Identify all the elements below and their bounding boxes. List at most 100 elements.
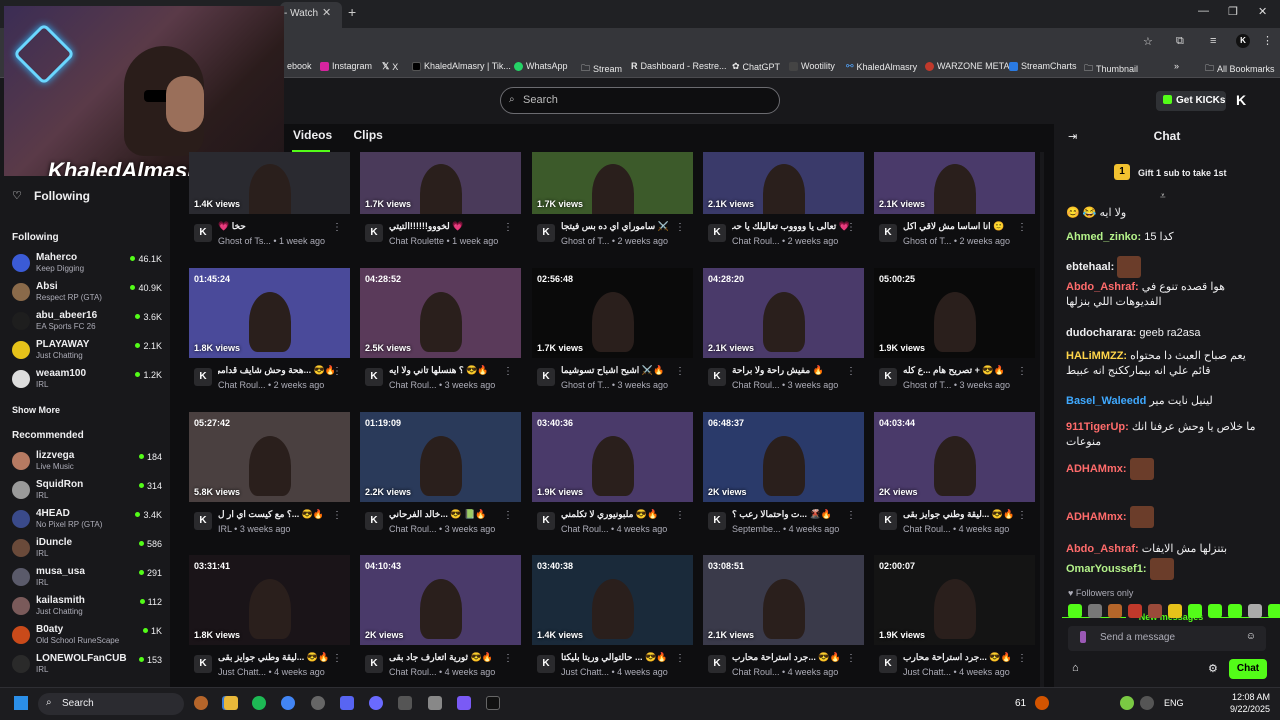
- more-options-icon[interactable]: ⋮: [846, 510, 856, 521]
- tab-videos[interactable]: Videos: [293, 128, 332, 142]
- emote-icon[interactable]: [1168, 604, 1182, 618]
- channel-avatar[interactable]: K: [194, 224, 212, 242]
- sidebar-channel[interactable]: weaam100 IRL 1.2K: [12, 368, 162, 394]
- channel-avatar[interactable]: K: [879, 224, 897, 242]
- video-thumbnail[interactable]: 2.1K views: [703, 152, 864, 214]
- microphone-tray-icon[interactable]: [1120, 696, 1134, 710]
- kick-logo-icon[interactable]: K: [1236, 92, 1246, 108]
- bookmark[interactable]: StreamCharts: [1009, 61, 1077, 71]
- video-card[interactable]: 02:56:48 1.7K views K 🔥⚔️ اشبح اشباح تسو…: [532, 268, 693, 403]
- minimize-icon[interactable]: —: [1198, 5, 1209, 17]
- video-title[interactable]: 🔥 مفيش راحة ولا براحة: [732, 365, 850, 376]
- video-title[interactable]: 🔥😎 ...جرد استراحة محارب: [903, 652, 1021, 663]
- channel-avatar[interactable]: K: [194, 368, 212, 386]
- send-chat-button[interactable]: Chat: [1229, 659, 1267, 679]
- volume-icon[interactable]: [1140, 696, 1154, 710]
- channel-avatar[interactable]: K: [537, 655, 555, 673]
- chat-username[interactable]: Abdo_Ashraf:: [1066, 281, 1139, 293]
- sidebar-channel[interactable]: kailasmith Just Chatting 112: [12, 595, 162, 621]
- more-options-icon[interactable]: ⋮: [1017, 222, 1027, 233]
- video-thumbnail[interactable]: 1.7K views: [532, 152, 693, 214]
- channel-avatar[interactable]: K: [365, 655, 383, 673]
- video-title[interactable]: 🔥😎 ... حالتوالي وريتا بليكتا: [561, 652, 679, 663]
- video-card[interactable]: 05:27:42 5.8K views K 🔥😎 ...؟ مع كيست اي…: [189, 412, 350, 547]
- video-title[interactable]: ⚔️ ساموراي اي ده بس فيتجا: [561, 221, 679, 232]
- sidebar-channel[interactable]: Absi Respect RP (GTA) 40.9K: [12, 281, 162, 307]
- video-title[interactable]: 💗 لخووو!!!!!!التيتي: [389, 221, 507, 232]
- video-card[interactable]: 2.1K views K 🙂 انا اساسا مش لاقي اكل Gho…: [874, 152, 1035, 259]
- chat-username[interactable]: dudocharara:: [1066, 327, 1136, 339]
- video-thumbnail[interactable]: 03:31:41 1.8K views: [189, 555, 350, 645]
- obs-icon[interactable]: [311, 696, 325, 710]
- terminal-icon[interactable]: [486, 696, 500, 710]
- more-options-icon[interactable]: ⋮: [1017, 653, 1027, 664]
- video-title[interactable]: حخا 💗: [218, 221, 336, 232]
- emote-icon[interactable]: [1208, 604, 1222, 618]
- channel-avatar[interactable]: K: [708, 368, 726, 386]
- tray-app-icon[interactable]: [1035, 696, 1049, 710]
- sidebar-channel[interactable]: Maherco Keep Digging 46.1K: [12, 252, 162, 278]
- video-title[interactable]: 🔥😎 ...ليقة وطني جوايز بقى: [903, 509, 1021, 520]
- chat-username[interactable]: ADHAMmx:: [1066, 511, 1127, 523]
- more-bookmarks-icon[interactable]: »: [1174, 61, 1179, 71]
- video-thumbnail[interactable]: 1.7K views: [360, 152, 521, 214]
- sidebar-channel[interactable]: iDuncle IRL 586: [12, 537, 162, 563]
- video-card[interactable]: 04:03:44 2K views K 🔥😎 ...ليقة وطني جواي…: [874, 412, 1035, 547]
- more-options-icon[interactable]: ⋮: [332, 366, 342, 377]
- spotify-icon[interactable]: [252, 696, 266, 710]
- emote-icon[interactable]: [1068, 604, 1082, 618]
- video-title[interactable]: 🔥⚔️ اشبح اشباح تسوشيما: [561, 365, 679, 376]
- video-card[interactable]: 06:48:37 2K views K 🔥🌋 ...ت واحتمالا رعب…: [703, 412, 864, 547]
- chat-username[interactable]: OmarYoussef1:: [1066, 563, 1147, 575]
- clock-date[interactable]: 9/22/2025: [1230, 704, 1270, 714]
- tab-clips[interactable]: Clips: [353, 128, 382, 142]
- more-options-icon[interactable]: ⋮: [846, 366, 856, 377]
- more-options-icon[interactable]: ⋮: [675, 510, 685, 521]
- more-options-icon[interactable]: ⋮: [1017, 510, 1027, 521]
- discord-icon[interactable]: [340, 696, 354, 710]
- sidebar-channel[interactable]: PLAYAWAY Just Chatting 2.1K: [12, 339, 162, 365]
- more-options-icon[interactable]: ⋮: [503, 510, 513, 521]
- channel-avatar[interactable]: K: [708, 224, 726, 242]
- more-options-icon[interactable]: ⋮: [846, 653, 856, 664]
- video-thumbnail[interactable]: 2.1K views: [874, 152, 1035, 214]
- bookmark[interactable]: WhatsApp: [514, 61, 568, 71]
- channel-avatar[interactable]: K: [879, 368, 897, 386]
- more-options-icon[interactable]: ⋮: [675, 366, 685, 377]
- profile-avatar[interactable]: K: [1236, 34, 1250, 48]
- video-title[interactable]: 💗 تعالى يا ووووب تعاليلك يا حب: [732, 221, 850, 232]
- bookmark[interactable]: ebook: [287, 61, 312, 71]
- channel-avatar[interactable]: K: [194, 512, 212, 530]
- video-card[interactable]: 01:45:24 1.8K views K 🔥😎 ...هحة وحش شايف…: [189, 268, 350, 403]
- more-options-icon[interactable]: ⋮: [332, 510, 342, 521]
- emote-icon[interactable]: [1108, 604, 1122, 618]
- search-input[interactable]: ⌕ Search: [500, 87, 780, 114]
- video-title[interactable]: 🔥😎 ...هحة وحش شايف قدامي: [218, 365, 336, 376]
- video-card[interactable]: 04:10:43 2K views K 🔥😎 ثورية اتعارف جاد …: [360, 555, 521, 690]
- video-title[interactable]: 🙂 انا اساسا مش لاقي اكل: [903, 221, 1021, 232]
- video-card[interactable]: 01:19:09 2.2K views K 🔥📗 😎 ...خالد الفرح…: [360, 412, 521, 547]
- video-card[interactable]: 1.4K views K حخا 💗 Ghost of Ts... • 1 we…: [189, 152, 350, 259]
- store-icon[interactable]: ⌂: [1072, 662, 1079, 674]
- video-thumbnail[interactable]: 03:40:36 1.9K views: [532, 412, 693, 502]
- channel-avatar[interactable]: K: [708, 512, 726, 530]
- more-options-icon[interactable]: ⋮: [1017, 366, 1027, 377]
- chat-username[interactable]: 911TigerUp:: [1066, 421, 1129, 433]
- bookmark[interactable]: KhaledAlmasry | Tik...: [412, 61, 511, 71]
- video-title[interactable]: 🔥😎 ...؟ مع كيست اي ار ل: [218, 509, 336, 520]
- sidebar-channel[interactable]: musa_usa IRL 291: [12, 566, 162, 592]
- bookmark[interactable]: Instagram: [320, 61, 372, 71]
- bookmark[interactable]: 🗀 Stream: [581, 61, 622, 77]
- bookmark[interactable]: WARZONE META: [925, 61, 1010, 71]
- more-options-icon[interactable]: ⋮: [675, 222, 685, 233]
- more-options-icon[interactable]: ⋮: [332, 222, 342, 233]
- video-thumbnail[interactable]: 03:40:38 1.4K views: [532, 555, 693, 645]
- video-title[interactable]: 🔥😎 ثورية اتعارف جاد بقى: [389, 652, 507, 663]
- channel-avatar[interactable]: K: [194, 655, 212, 673]
- channel-avatar[interactable]: K: [365, 368, 383, 386]
- chat-username[interactable]: HALiMMZZ:: [1066, 350, 1127, 362]
- show-more-link[interactable]: Show More: [12, 405, 60, 415]
- browser-tab[interactable]: - Watch: [280, 2, 342, 28]
- new-tab-icon[interactable]: +: [348, 4, 356, 20]
- chat-username[interactable]: ADHAMmx:: [1066, 463, 1127, 475]
